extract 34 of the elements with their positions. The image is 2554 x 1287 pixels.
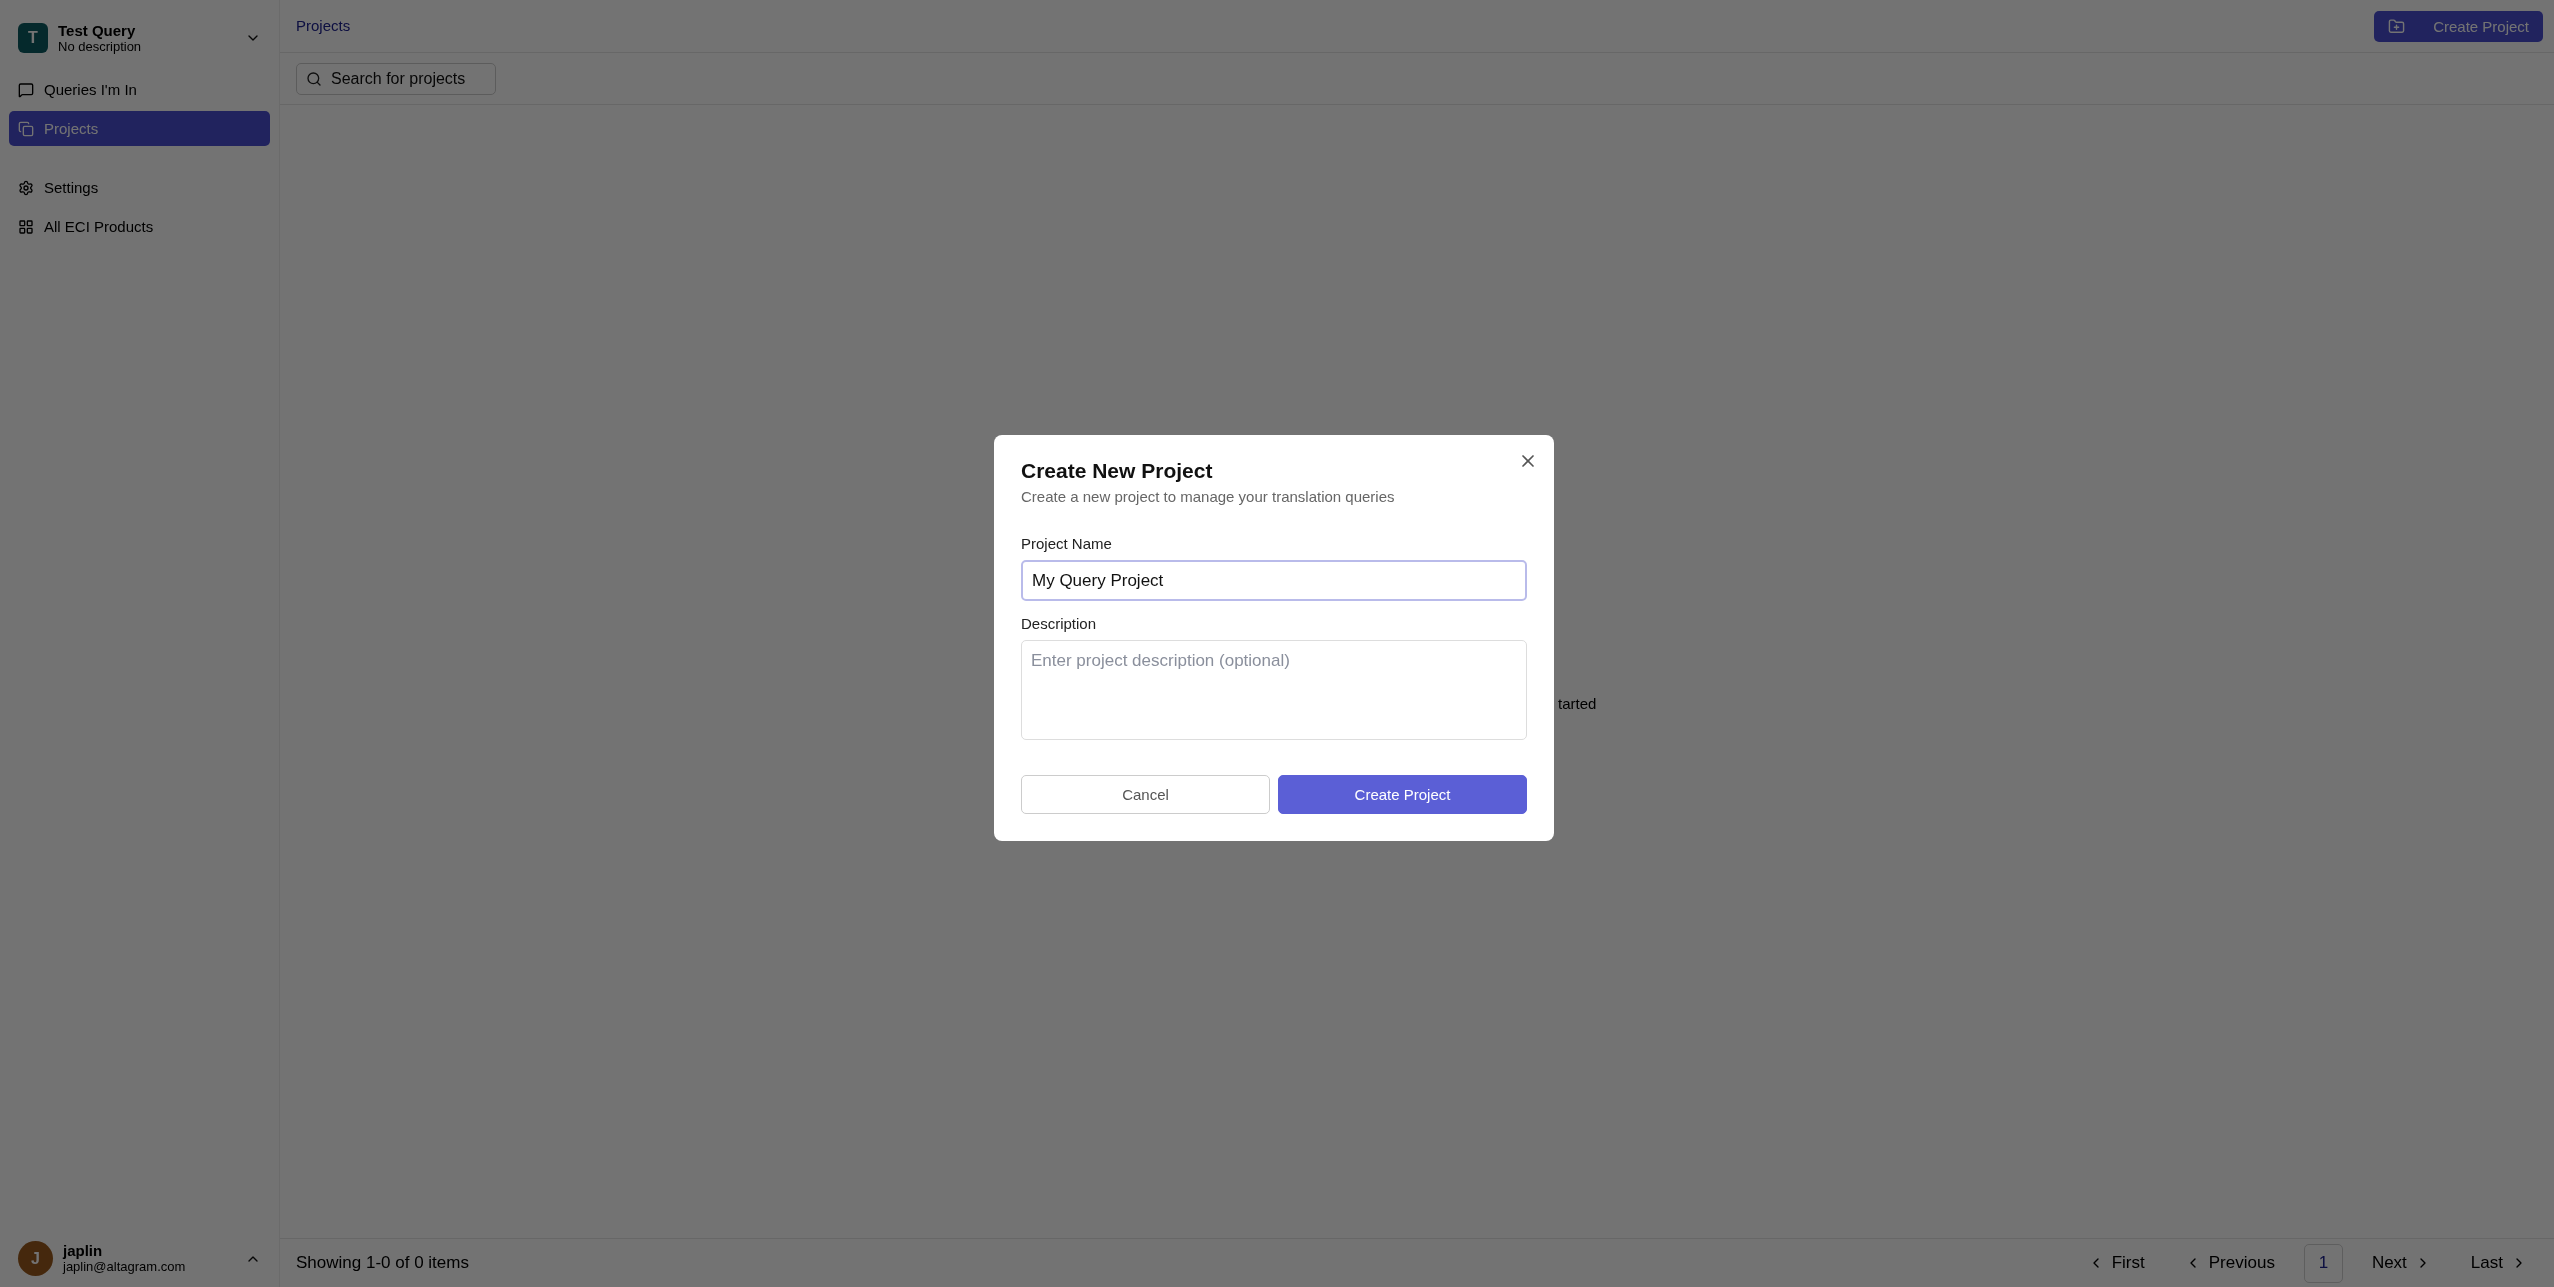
- pagination-button[interactable]: Next: [2360, 1243, 2442, 1283]
- folder-plus-icon: [2388, 17, 2406, 35]
- search-field[interactable]: Search for projects: [296, 62, 496, 95]
- nav-item[interactable]: Queries I'm In: [9, 72, 270, 107]
- description-field[interactable]: Enter project description (optional): [1021, 640, 1527, 740]
- chat-icon: [18, 81, 34, 98]
- project-name-field[interactable]: My Query Project: [1021, 560, 1527, 601]
- workspace-description: No description: [58, 38, 143, 55]
- create-project-button[interactable]: Create Project: [2374, 10, 2543, 42]
- modal-title: Create New Project: [1021, 458, 1214, 484]
- user-name: japlin: [63, 1242, 104, 1259]
- create-project-button[interactable]: Create Project: [1278, 775, 1527, 814]
- copy-icon: [18, 120, 34, 137]
- nav-item[interactable]: Projects: [9, 111, 270, 146]
- breadcrumb: Projects: [296, 17, 351, 34]
- page-number[interactable]: 1: [2303, 1243, 2343, 1283]
- settings-icon: [18, 179, 34, 196]
- workspace-avatar: T: [18, 23, 48, 53]
- workspace-name: Test Query: [58, 21, 137, 39]
- pagination-button[interactable]: First: [2076, 1243, 2156, 1283]
- field-label: Project Name: [1021, 535, 1113, 552]
- cancel-button[interactable]: Cancel: [1021, 775, 1270, 814]
- field-label: Description: [1021, 615, 1098, 632]
- grid-icon: [18, 218, 34, 235]
- nav-item[interactable]: All ECI Products: [9, 209, 270, 244]
- modal-subtitle: Create a new project to manage your translation queries: [1021, 488, 1396, 505]
- items-summary: Showing 1-0 of 0 items: [296, 1253, 469, 1273]
- nav-item[interactable]: Settings: [9, 170, 270, 205]
- user-email: japlin@altagram.com: [63, 1259, 187, 1275]
- pagination-button[interactable]: Last: [2459, 1243, 2538, 1283]
- user-avatar: J: [18, 1241, 53, 1276]
- pagination-button[interactable]: Previous: [2173, 1243, 2286, 1283]
- empty-state-text: tarted: [1558, 695, 1597, 714]
- search-icon: [306, 70, 322, 87]
